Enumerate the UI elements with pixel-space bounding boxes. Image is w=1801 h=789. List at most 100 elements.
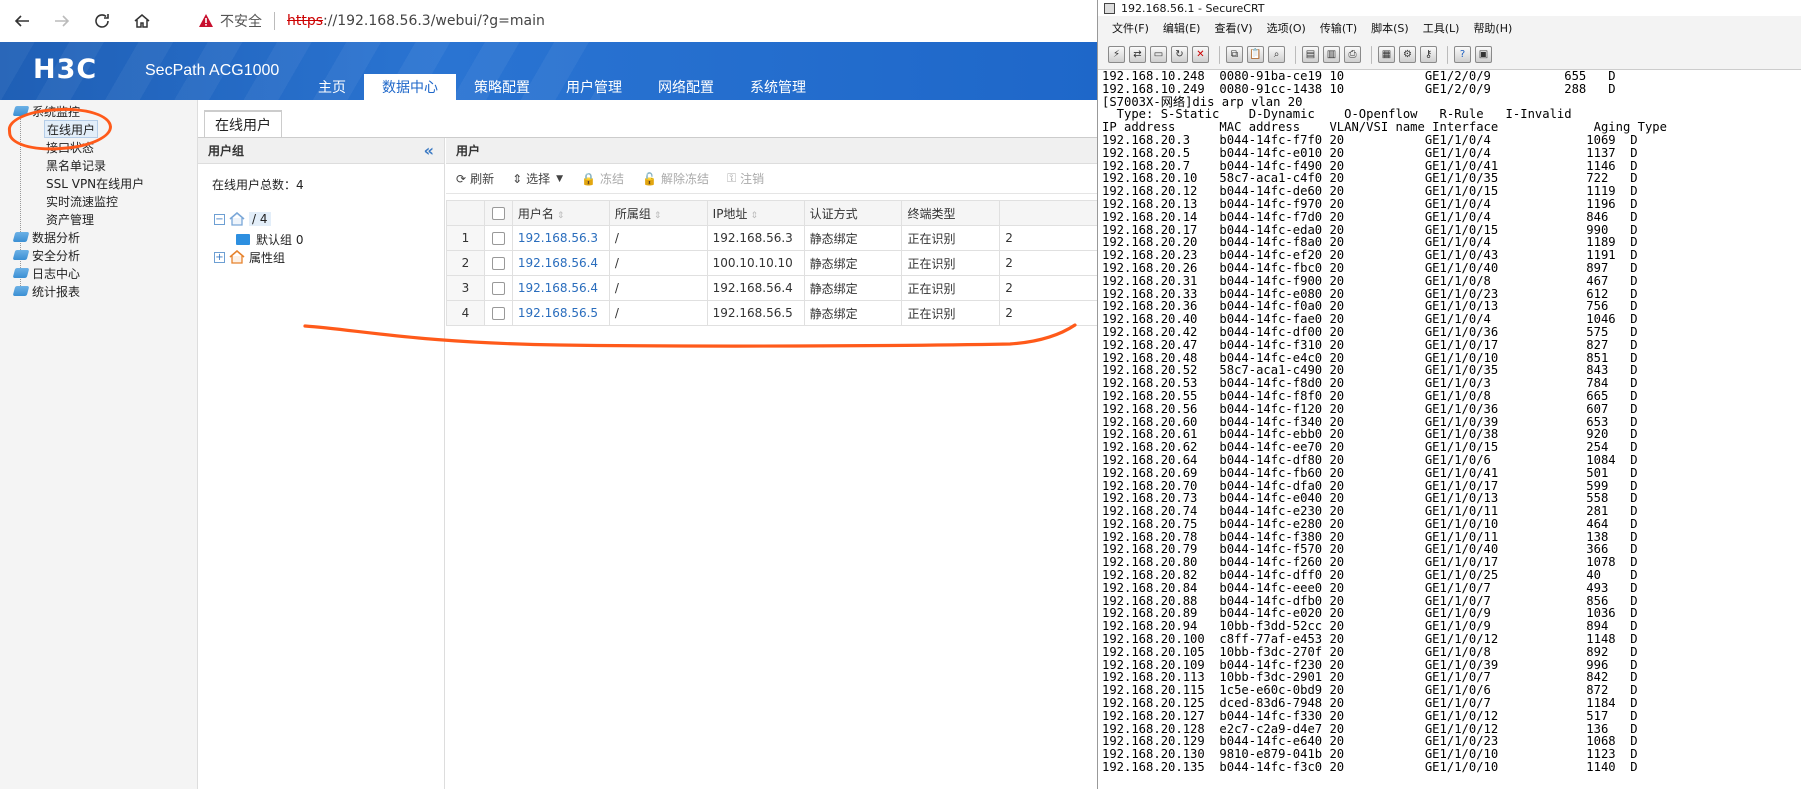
- col-group[interactable]: 所属组 ⇕: [608, 200, 708, 226]
- col-auth[interactable]: 认证方式: [803, 200, 903, 226]
- row-checkbox[interactable]: [483, 225, 513, 251]
- security-warning-text: 不安全: [220, 14, 262, 30]
- sidebar-item-0-5[interactable]: 资产管理: [46, 210, 94, 228]
- col-username[interactable]: 用户名 ⇕: [511, 200, 610, 226]
- toolbar-button-2[interactable]: 🔒 冻结: [581, 170, 624, 187]
- crt-menu-item-0[interactable]: 文件(F): [1112, 20, 1149, 36]
- sidebar-item-0-2[interactable]: 黑名单记录: [46, 156, 106, 174]
- terminal-line: 192.168.20.53 b044-14fc-f8d0 20 GE1/1/0/…: [1102, 376, 1638, 391]
- reconnect-icon[interactable]: ↻: [1171, 46, 1188, 63]
- unlock-icon: 🔓: [642, 171, 657, 186]
- sidebar-section-1[interactable]: 数据分析: [12, 228, 80, 246]
- username-link[interactable]: 192.168.56.3: [511, 225, 610, 251]
- sidebar-section-0[interactable]: 系统监控: [12, 102, 80, 120]
- crt-menu-item-2[interactable]: 查看(V): [1214, 20, 1252, 36]
- table-row[interactable]: 2 192.168.56.4/100.10.10.10 静态绑定 正在识别 2: [446, 250, 1100, 276]
- back-button[interactable]: [4, 3, 40, 39]
- row-checkbox[interactable]: [483, 300, 513, 326]
- main-tab-4[interactable]: 网络配置: [640, 74, 732, 100]
- securecrt-titlebar: 192.168.56.1 - SecureCRT: [1098, 0, 1801, 16]
- address-bar[interactable]: 不安全 https://192.168.56.3/webui/?g=main: [186, 6, 1086, 36]
- collapse-left-icon[interactable]: «: [424, 141, 434, 160]
- keymap-icon[interactable]: ⚷: [1420, 46, 1437, 63]
- row-checkbox[interactable]: [483, 275, 513, 301]
- print-selection-icon[interactable]: ▥: [1323, 46, 1340, 63]
- main-tab-5[interactable]: 系统管理: [732, 74, 824, 100]
- print-setup-icon[interactable]: ▤: [1302, 46, 1319, 63]
- user-link-text[interactable]: 192.168.56.4: [518, 281, 598, 295]
- terminal-line: 192.168.20.69 b044-14fc-fb60 20 GE1/1/0/…: [1102, 465, 1638, 480]
- toolbar-button-1[interactable]: ⇕ 选择 ▼: [512, 170, 563, 187]
- table-row[interactable]: 4 192.168.56.5/192.168.56.5 静态绑定 正在识别 2: [446, 300, 1100, 326]
- reload-button[interactable]: [84, 3, 120, 39]
- global-options-icon[interactable]: ⚙: [1399, 46, 1416, 63]
- session-options-icon[interactable]: ▦: [1378, 46, 1395, 63]
- username-link[interactable]: 192.168.56.5: [511, 300, 610, 326]
- print-icon[interactable]: ⎙: [1344, 46, 1361, 63]
- sidebar-item-0-1[interactable]: 接口状态: [46, 138, 94, 156]
- sidebar-item-0-0[interactable]: 在线用户: [44, 120, 99, 138]
- select-all-checkbox[interactable]: [491, 207, 505, 220]
- collapse-minus-icon[interactable]: −: [214, 213, 225, 225]
- copy-icon[interactable]: ⧉: [1226, 46, 1243, 63]
- tab-online-users[interactable]: 在线用户: [204, 110, 282, 138]
- checkbox[interactable]: [491, 282, 505, 295]
- group-tree-root[interactable]: − / 4: [214, 210, 271, 228]
- crt-menu-item-1[interactable]: 编辑(E): [1163, 20, 1201, 36]
- select-all-header[interactable]: [483, 200, 513, 226]
- crt-menu-item-6[interactable]: 工具(L): [1423, 20, 1460, 36]
- main-tab-2[interactable]: 策略配置: [456, 74, 548, 100]
- main-tab-0[interactable]: 主页: [300, 74, 364, 100]
- house-attr-icon: [229, 250, 245, 264]
- table-row[interactable]: 3 192.168.56.4/192.168.56.4 静态绑定 正在识别 2: [446, 275, 1100, 301]
- toolbar-button-3[interactable]: 🔓 解除冻结: [642, 170, 709, 187]
- sidebar-section-3[interactable]: 日志中心: [12, 264, 80, 282]
- user-link-text[interactable]: 192.168.56.5: [518, 306, 598, 320]
- expand-plus-icon[interactable]: +: [214, 251, 225, 263]
- help-icon[interactable]: ?: [1454, 46, 1471, 63]
- toolbar-button-4[interactable]: ⚿ 注销: [727, 170, 764, 187]
- toolbar-button-label: 注销: [740, 172, 765, 186]
- connect-icon[interactable]: ⚡: [1108, 46, 1125, 63]
- quick-connect-icon[interactable]: ⇄: [1129, 46, 1146, 63]
- disconnect-icon[interactable]: ✕: [1192, 46, 1209, 63]
- home-button[interactable]: [124, 3, 160, 39]
- user-link-text[interactable]: 192.168.56.4: [518, 256, 598, 270]
- row-checkbox[interactable]: [483, 250, 513, 276]
- group-cell: /: [608, 275, 708, 301]
- terminal-line: 192.168.20.84 b044-14fc-eee0 20 GE1/1/0/…: [1102, 580, 1638, 595]
- crt-menu-item-4[interactable]: 传输(T): [1320, 20, 1357, 36]
- sidebar-section-2[interactable]: 安全分析: [12, 246, 80, 264]
- group-tree-attr[interactable]: + 属性组: [214, 248, 285, 266]
- col-terminal[interactable]: 终端类型: [901, 200, 1001, 226]
- table-row[interactable]: 1 192.168.56.3/192.168.56.3 静态绑定 正在识别 2: [446, 225, 1100, 251]
- username-link[interactable]: 192.168.56.4: [511, 275, 610, 301]
- main-tab-1[interactable]: 数据中心: [364, 74, 456, 100]
- group-tree-default[interactable]: 默认组 0: [236, 230, 303, 248]
- crt-menu-item-7[interactable]: 帮助(H): [1473, 20, 1512, 36]
- user-link-text[interactable]: 192.168.56.3: [518, 231, 598, 245]
- sidebar-item-0-4[interactable]: 实时流速监控: [46, 192, 118, 210]
- sidebar-section-4[interactable]: 统计报表: [12, 282, 80, 300]
- col-ip[interactable]: IP地址 ⇕: [706, 200, 805, 226]
- app-header: H3C SecPath ACG1000 主页 数据中心 策略配置 用户管理 网络配置 系统…: [0, 42, 1100, 100]
- folder-icon: [236, 233, 250, 245]
- checkbox[interactable]: [491, 232, 505, 245]
- crt-menu-item-5[interactable]: 脚本(S): [1371, 20, 1409, 36]
- toolbar-button-0[interactable]: ⟳ 刷新: [456, 170, 494, 187]
- checkbox[interactable]: [491, 257, 505, 270]
- username-link[interactable]: 192.168.56.4: [511, 250, 610, 276]
- forward-button[interactable]: [44, 3, 80, 39]
- checkbox[interactable]: [491, 307, 505, 320]
- crt-menu-item-3[interactable]: 选项(O): [1267, 20, 1306, 36]
- ip-cell: 192.168.56.5: [706, 300, 805, 326]
- terminal-output[interactable]: 192.168.10.248 0080-91ba-ce19 10 GE1/2/0…: [1098, 70, 1801, 789]
- find-icon[interactable]: ⌕: [1268, 46, 1285, 63]
- sidebar-item-0-3[interactable]: SSL VPN在线用户: [46, 174, 144, 192]
- sort-icon: ⇕: [556, 210, 565, 221]
- tab-connect-icon[interactable]: ▭: [1150, 46, 1167, 63]
- url-text: ://192.168.56.3/webui/?g=main: [323, 13, 545, 29]
- paste-icon[interactable]: 📋: [1247, 46, 1264, 63]
- sftp-icon[interactable]: ▣: [1475, 46, 1492, 63]
- main-tab-3[interactable]: 用户管理: [548, 74, 640, 100]
